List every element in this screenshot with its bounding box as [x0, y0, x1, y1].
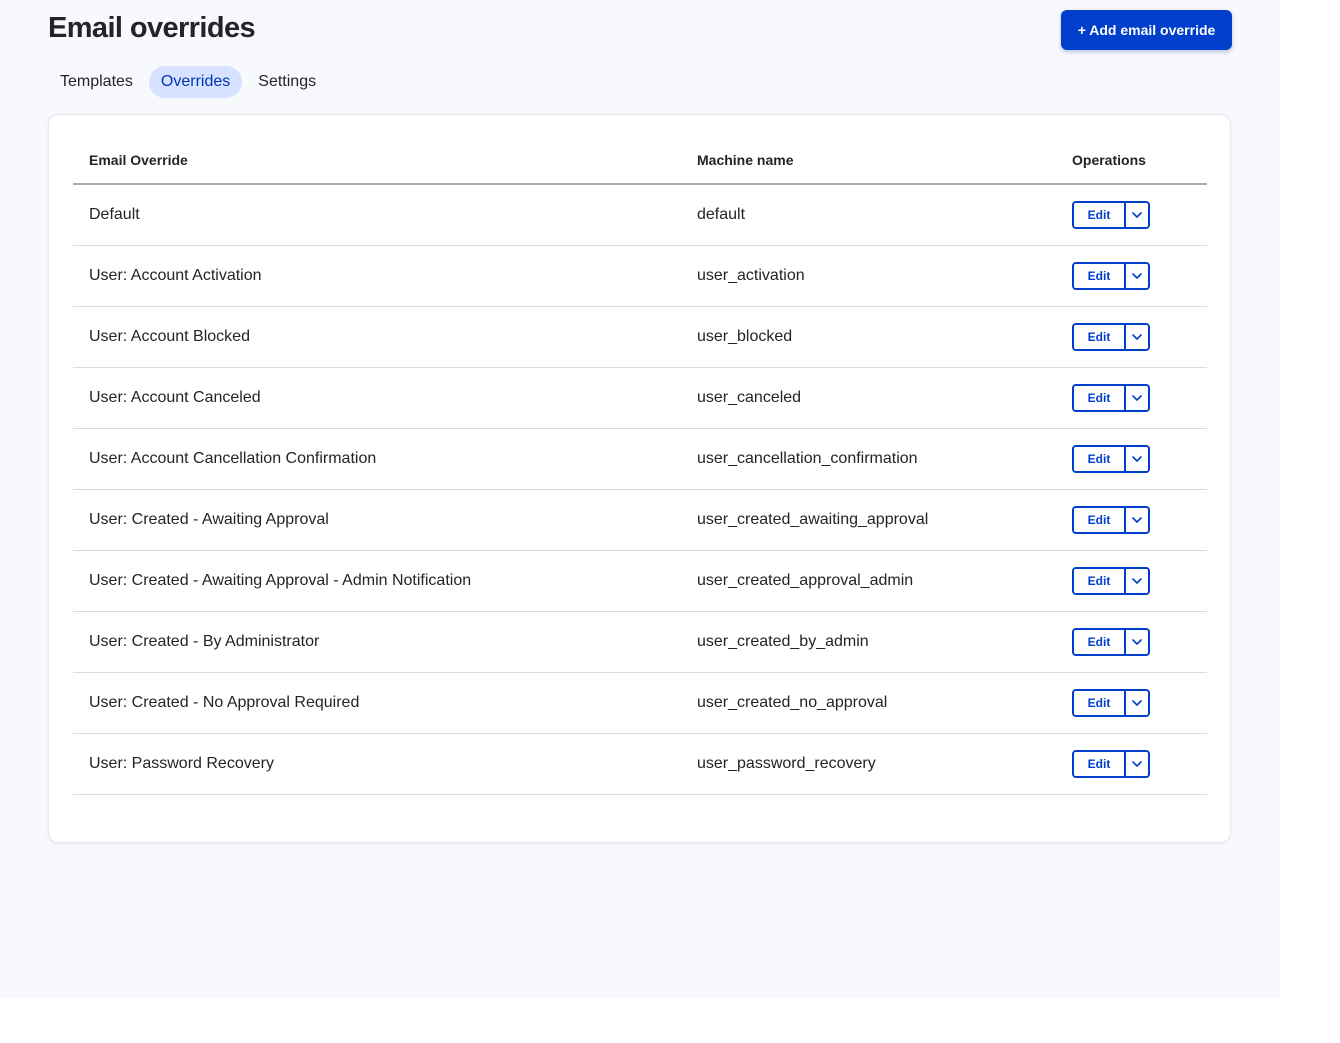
override-name: User: Account Canceled	[73, 367, 681, 429]
overrides-table: Email Override Machine name Operations D…	[73, 137, 1207, 795]
edit-button[interactable]: Edit	[1074, 325, 1124, 349]
edit-button[interactable]: Edit	[1074, 508, 1124, 532]
table-row: User: Password Recovery user_password_rec…	[73, 733, 1207, 795]
machine-name: user_blocked	[681, 306, 1056, 368]
operations-toggle-button[interactable]	[1124, 569, 1148, 593]
override-name: User: Password Recovery	[73, 733, 681, 795]
operations-toggle-button[interactable]	[1124, 752, 1148, 776]
column-header-email-override: Email Override	[73, 137, 681, 185]
chevron-down-icon	[1132, 517, 1142, 523]
table-row: User: Created - Awaiting Approval - Admi…	[73, 550, 1207, 612]
operations-toggle-button[interactable]	[1124, 203, 1148, 227]
operations-dropbutton: Edit	[1072, 262, 1150, 290]
operations-dropbutton: Edit	[1072, 628, 1150, 656]
machine-name: user_cancellation_confirmation	[681, 428, 1056, 490]
tab-settings[interactable]: Settings	[246, 66, 328, 98]
operations-toggle-button[interactable]	[1124, 691, 1148, 715]
override-name: Default	[73, 184, 681, 246]
operations-dropbutton: Edit	[1072, 445, 1150, 473]
operations-cell: Edit	[1056, 306, 1207, 368]
chevron-down-icon	[1132, 273, 1142, 279]
table-row: User: Created - No Approval Required user…	[73, 672, 1207, 734]
operations-dropbutton: Edit	[1072, 384, 1150, 412]
operations-toggle-button[interactable]	[1124, 508, 1148, 532]
operations-toggle-button[interactable]	[1124, 386, 1148, 410]
add-email-override-button[interactable]: + Add email override	[1061, 10, 1232, 50]
table-row: User: Created - By Administrator user_cre…	[73, 611, 1207, 673]
chevron-down-icon	[1132, 395, 1142, 401]
machine-name: default	[681, 184, 1056, 246]
override-name: User: Created - Awaiting Approval	[73, 489, 681, 551]
override-name: User: Created - By Administrator	[73, 611, 681, 673]
table-row: Default default Edit	[73, 184, 1207, 246]
edit-button[interactable]: Edit	[1074, 264, 1124, 288]
page-title: Email overrides	[48, 12, 256, 44]
override-name: User: Created - Awaiting Approval - Admi…	[73, 550, 681, 612]
column-header-machine-name: Machine name	[681, 137, 1056, 185]
operations-cell: Edit	[1056, 489, 1207, 551]
override-name: User: Account Blocked	[73, 306, 681, 368]
edit-button[interactable]: Edit	[1074, 691, 1124, 715]
chevron-down-icon	[1132, 639, 1142, 645]
table-row: User: Created - Awaiting Approval user_cr…	[73, 489, 1207, 551]
machine-name: user_created_no_approval	[681, 672, 1056, 734]
override-name: User: Account Cancellation Confirmation	[73, 428, 681, 490]
chevron-down-icon	[1132, 456, 1142, 462]
edit-button[interactable]: Edit	[1074, 630, 1124, 654]
override-name: User: Created - No Approval Required	[73, 672, 681, 734]
chevron-down-icon	[1132, 334, 1142, 340]
column-header-operations: Operations	[1056, 137, 1207, 185]
edit-button[interactable]: Edit	[1074, 386, 1124, 410]
operations-dropbutton: Edit	[1072, 750, 1150, 778]
operations-cell: Edit	[1056, 184, 1207, 246]
operations-cell: Edit	[1056, 611, 1207, 673]
tab-templates[interactable]: Templates	[48, 66, 145, 98]
table-row: User: Account Canceled user_canceled Edit	[73, 367, 1207, 429]
edit-button[interactable]: Edit	[1074, 447, 1124, 471]
edit-button[interactable]: Edit	[1074, 752, 1124, 776]
machine-name: user_created_approval_admin	[681, 550, 1056, 612]
machine-name: user_created_by_admin	[681, 611, 1056, 673]
chevron-down-icon	[1132, 212, 1142, 218]
operations-cell: Edit	[1056, 733, 1207, 795]
tab-bar: Templates Overrides Settings	[48, 66, 332, 98]
operations-dropbutton: Edit	[1072, 689, 1150, 717]
tab-overrides[interactable]: Overrides	[148, 66, 243, 98]
operations-cell: Edit	[1056, 550, 1207, 612]
operations-toggle-button[interactable]	[1124, 325, 1148, 349]
operations-toggle-button[interactable]	[1124, 264, 1148, 288]
chevron-down-icon	[1132, 578, 1142, 584]
chevron-down-icon	[1132, 700, 1142, 706]
operations-dropbutton: Edit	[1072, 567, 1150, 595]
operations-dropbutton: Edit	[1072, 323, 1150, 351]
machine-name: user_canceled	[681, 367, 1056, 429]
table-row: User: Account Blocked user_blocked Edit	[73, 306, 1207, 368]
machine-name: user_password_recovery	[681, 733, 1056, 795]
edit-button[interactable]: Edit	[1074, 569, 1124, 593]
operations-toggle-button[interactable]	[1124, 447, 1148, 471]
table-header-row: Email Override Machine name Operations	[73, 137, 1207, 185]
operations-cell: Edit	[1056, 672, 1207, 734]
operations-dropbutton: Edit	[1072, 201, 1150, 229]
overrides-card: Email Override Machine name Operations D…	[48, 114, 1231, 843]
override-name: User: Account Activation	[73, 245, 681, 307]
operations-cell: Edit	[1056, 367, 1207, 429]
table-row: User: Account Activation user_activation E…	[73, 245, 1207, 307]
machine-name: user_created_awaiting_approval	[681, 489, 1056, 551]
operations-dropbutton: Edit	[1072, 506, 1150, 534]
operations-toggle-button[interactable]	[1124, 630, 1148, 654]
edit-button[interactable]: Edit	[1074, 203, 1124, 227]
machine-name: user_activation	[681, 245, 1056, 307]
table-row: User: Account Cancellation Confirmation u…	[73, 428, 1207, 490]
operations-cell: Edit	[1056, 428, 1207, 490]
operations-cell: Edit	[1056, 245, 1207, 307]
chevron-down-icon	[1132, 761, 1142, 767]
